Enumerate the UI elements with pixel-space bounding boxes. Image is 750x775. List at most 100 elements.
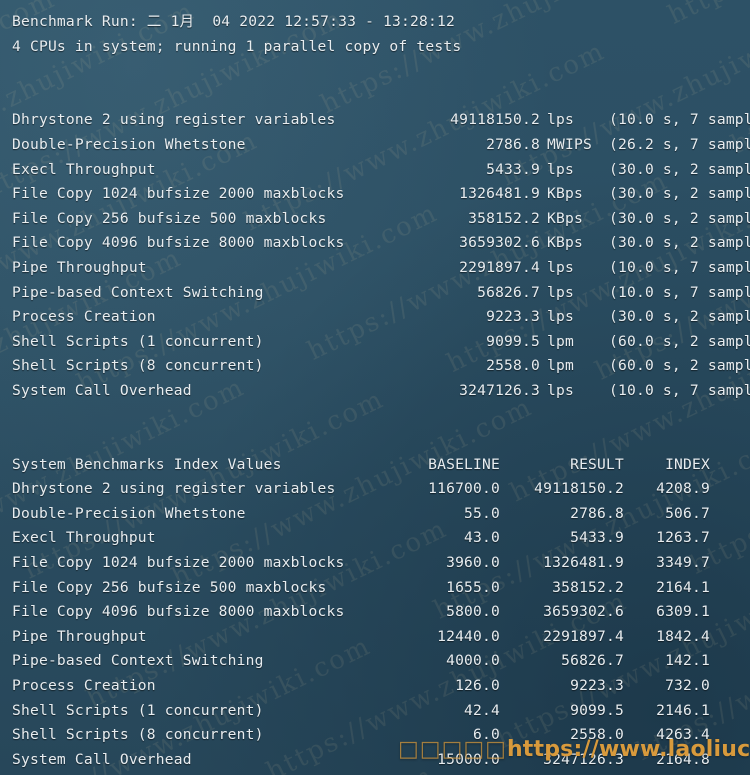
index-table-title: System Benchmarks Index Values	[12, 455, 282, 473]
index-row-index: 1842.4	[656, 627, 710, 645]
index-table-header-row: System Benchmarks Index Values BASELINE …	[12, 453, 750, 478]
benchmark-result-row: Shell Scripts (1 concurrent) 9099.5 lpm (60…	[12, 330, 750, 355]
benchmark-unit: lps	[547, 258, 574, 276]
benchmark-value: 9099.5	[486, 332, 540, 350]
index-table-header-result: RESULT	[570, 455, 624, 473]
benchmark-unit: lps	[547, 160, 574, 178]
site-watermark: □□□□□https://www.laoliuceping.com	[398, 737, 750, 762]
benchmark-name: File Copy 256 bufsize 500 maxblocks	[12, 209, 327, 227]
benchmark-unit: MWIPS	[547, 135, 592, 153]
index-row-name: Pipe-based Context Switching	[12, 652, 264, 670]
benchmark-name: Process Creation	[12, 308, 156, 326]
index-row-index: 4208.9	[656, 480, 710, 498]
index-row-baseline: 126.0	[455, 677, 500, 695]
benchmark-unit: lps	[547, 111, 574, 129]
index-row-result: 2291897.4	[543, 627, 624, 645]
benchmark-unit: lps	[547, 308, 574, 326]
benchmark-result-row: File Copy 4096 bufsize 8000 maxblocks 365…	[12, 231, 750, 256]
benchmark-results-table: Dhrystone 2 using register variables 4911…	[12, 108, 750, 403]
benchmark-name: Shell Scripts (1 concurrent)	[12, 332, 264, 350]
benchmark-result-row: File Copy 1024 bufsize 2000 maxblocks 132…	[12, 182, 750, 207]
benchmark-result-row: Process Creation 9223.3 lps (30.0 s, 2 samp…	[12, 305, 750, 330]
benchmark-detail: (30.0 s, 2 samples)	[609, 160, 750, 178]
index-row-name: System Call Overhead	[12, 750, 192, 768]
index-row-name: Shell Scripts (1 concurrent)	[12, 701, 264, 719]
index-row-index: 1263.7	[656, 529, 710, 547]
index-row-baseline: 5800.0	[446, 603, 500, 621]
benchmark-value: 2786.8	[486, 135, 540, 153]
index-row-name: Process Creation	[12, 677, 156, 695]
benchmark-result-row: Double-Precision Whetstone 2786.8 MWIPS (26…	[12, 133, 750, 158]
watermark-cjk-prefix: □□□□□	[398, 737, 507, 762]
benchmark-value: 5433.9	[486, 160, 540, 178]
index-row-index: 2146.1	[656, 701, 710, 719]
index-row-index: 3349.7	[656, 554, 710, 572]
benchmark-unit: lps	[547, 283, 574, 301]
benchmark-value: 9223.3	[486, 308, 540, 326]
benchmark-detail: (30.0 s, 2 samples)	[609, 234, 750, 252]
index-table-row: Shell Scripts (1 concurrent) 42.4 9099.5 21…	[12, 699, 750, 724]
index-row-baseline: 42.4	[464, 701, 500, 719]
benchmark-name: System Call Overhead	[12, 381, 192, 399]
terminal-screenshot: https://www.zhujiwiki.com https://www.zhu…	[0, 0, 750, 775]
benchmark-run-line: Benchmark Run: 二 1月 04 2022 12:57:33 - 1…	[12, 13, 455, 30]
benchmark-value: 49118150.2	[450, 111, 540, 129]
index-row-baseline: 3960.0	[446, 554, 500, 572]
benchmark-detail: (60.0 s, 2 samples)	[609, 332, 750, 350]
index-table-row: File Copy 4096 bufsize 8000 maxblocks 580…	[12, 600, 750, 625]
benchmark-value: 56826.7	[477, 283, 540, 301]
index-row-baseline: 12440.0	[437, 627, 500, 645]
index-row-baseline: 4000.0	[446, 652, 500, 670]
benchmark-result-row: Execl Throughput 5433.9 lps (30.0 s, 2 samp…	[12, 158, 750, 183]
index-table-header-baseline: BASELINE	[428, 455, 500, 473]
index-table-header-index: INDEX	[665, 455, 710, 473]
index-row-index: 506.7	[665, 504, 710, 522]
index-row-index: 142.1	[665, 652, 710, 670]
benchmark-value: 358152.2	[468, 209, 540, 227]
benchmark-detail: (10.0 s, 7 samples)	[609, 258, 750, 276]
index-row-result: 5433.9	[570, 529, 624, 547]
index-row-result: 2786.8	[570, 504, 624, 522]
index-table-row: Pipe-based Context Switching 4000.0 56826.…	[12, 649, 750, 674]
benchmark-value: 1326481.9	[459, 185, 540, 203]
benchmark-value: 2291897.4	[459, 258, 540, 276]
benchmark-value: 2558.0	[486, 357, 540, 375]
index-row-index: 2164.1	[656, 578, 710, 596]
index-row-result: 358152.2	[552, 578, 624, 596]
index-table-row: Double-Precision Whetstone 55.0 2786.8 506.…	[12, 502, 750, 527]
benchmark-unit: KBps	[547, 209, 583, 227]
index-row-baseline: 43.0	[464, 529, 500, 547]
terminal-output: Benchmark Run: 二 1月 04 2022 12:57:33 - 1…	[0, 0, 750, 775]
index-row-name: Execl Throughput	[12, 529, 156, 547]
index-values-table: Dhrystone 2 using register variables 1167…	[12, 477, 750, 772]
index-row-result: 56826.7	[561, 652, 624, 670]
benchmark-detail: (10.0 s, 7 samples)	[609, 381, 750, 399]
benchmark-unit: KBps	[547, 234, 583, 252]
benchmark-detail: (60.0 s, 2 samples)	[609, 357, 750, 375]
benchmark-name: Execl Throughput	[12, 160, 156, 178]
benchmark-name: Pipe Throughput	[12, 258, 147, 276]
benchmark-name: Double-Precision Whetstone	[12, 135, 246, 153]
index-row-result: 49118150.2	[534, 480, 624, 498]
benchmark-unit: KBps	[547, 185, 583, 203]
benchmark-result-row: File Copy 256 bufsize 500 maxblocks 35815…	[12, 207, 750, 232]
index-row-name: File Copy 4096 bufsize 8000 maxblocks	[12, 603, 345, 621]
benchmark-detail: (10.0 s, 7 samples)	[609, 283, 750, 301]
index-table-row: Pipe Throughput 12440.0 2291897.4 1842.4	[12, 625, 750, 650]
index-row-name: File Copy 256 bufsize 500 maxblocks	[12, 578, 327, 596]
benchmark-unit: lpm	[547, 357, 574, 375]
benchmark-detail: (30.0 s, 2 samples)	[609, 209, 750, 227]
index-table-row: Execl Throughput 43.0 5433.9 1263.7	[12, 526, 750, 551]
index-row-result: 9223.3	[570, 677, 624, 695]
index-table-row: File Copy 1024 bufsize 2000 maxblocks 396…	[12, 551, 750, 576]
benchmark-unit: lps	[547, 381, 574, 399]
index-table-row: Dhrystone 2 using register variables 1167…	[12, 477, 750, 502]
index-row-result: 1326481.9	[543, 554, 624, 572]
benchmark-result-row: Dhrystone 2 using register variables 4911…	[12, 108, 750, 133]
index-row-name: Dhrystone 2 using register variables	[12, 480, 336, 498]
index-row-result: 3659302.6	[543, 603, 624, 621]
index-row-result: 9099.5	[570, 701, 624, 719]
